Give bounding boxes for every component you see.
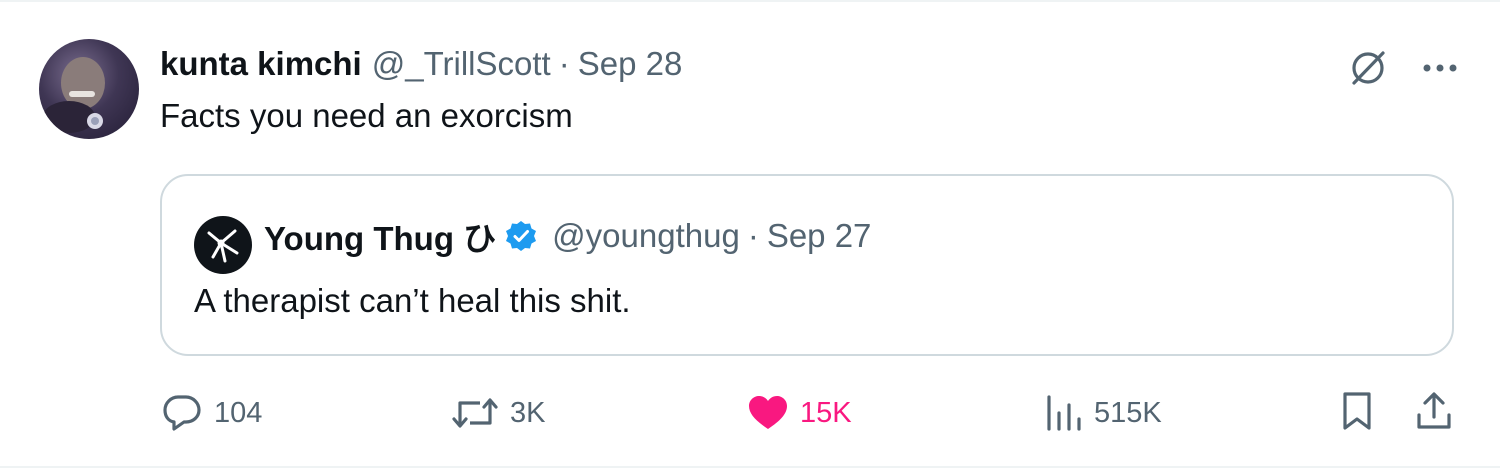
- quoted-text: A therapist can’t heal this shit.: [194, 282, 631, 319]
- tweet-date[interactable]: Sep 28: [578, 45, 683, 83]
- verified-badge-icon: [504, 219, 538, 253]
- reply-button[interactable]: 104: [160, 388, 262, 438]
- avatar[interactable]: [39, 39, 139, 139]
- grok-icon[interactable]: [1346, 46, 1390, 90]
- quoted-handle[interactable]: @youngthug: [552, 217, 740, 255]
- like-count: 15K: [800, 396, 852, 429]
- author-display-name[interactable]: kunta kimchi: [160, 45, 362, 83]
- header-separator: ·: [558, 45, 570, 82]
- tweet-text: Facts you need an exorcism: [160, 97, 573, 134]
- top-actions: [1346, 46, 1458, 90]
- reply-count: 104: [214, 396, 263, 429]
- bookmark-icon[interactable]: [1340, 389, 1374, 438]
- quoted-display-name[interactable]: Young Thug ひ: [264, 212, 496, 260]
- views-count: 515K: [1094, 396, 1162, 429]
- quoted-separator: ·: [747, 217, 759, 254]
- more-icon[interactable]: [1422, 62, 1458, 74]
- repost-count: 3K: [510, 396, 546, 429]
- action-bar: 104 3K 15K 515K: [160, 388, 1454, 438]
- quoted-date[interactable]: Sep 27: [767, 217, 872, 255]
- tweet-header: kunta kimchi @_TrillScott · Sep 28: [160, 42, 682, 86]
- repost-icon: [452, 398, 498, 428]
- quoted-header: Young Thug ひ @youngthug · Sep 27: [264, 214, 871, 258]
- views-button[interactable]: 515K: [1044, 388, 1162, 438]
- secondary-actions: [1340, 388, 1454, 438]
- quoted-avatar[interactable]: [194, 216, 252, 274]
- quoted-tweet[interactable]: Young Thug ひ @youngthug · Sep 27 A thera…: [160, 174, 1454, 356]
- author-handle[interactable]: @_TrillScott: [372, 45, 551, 83]
- reply-icon: [163, 395, 201, 431]
- tweet-card[interactable]: kunta kimchi @_TrillScott · Sep 28 Facts…: [0, 0, 1500, 468]
- like-icon: [749, 396, 787, 429]
- avatar-image: [43, 57, 105, 133]
- like-button[interactable]: 15K: [746, 388, 852, 438]
- views-icon: [1047, 395, 1081, 431]
- share-icon[interactable]: [1414, 389, 1454, 438]
- quoted-avatar-logo: [207, 229, 239, 263]
- repost-button[interactable]: 3K: [450, 388, 545, 438]
